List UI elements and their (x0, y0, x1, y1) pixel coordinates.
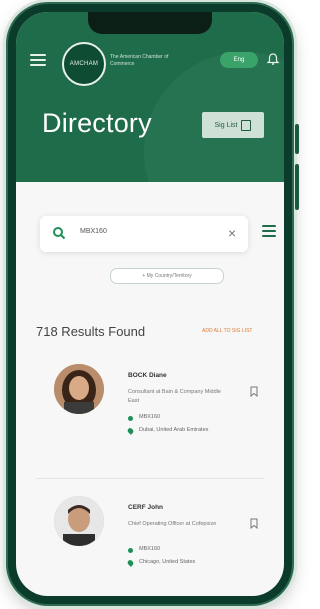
location-value: Dubai, United Arab Emirates (139, 427, 209, 433)
bookmark-icon[interactable] (250, 518, 258, 529)
sig-list-button[interactable]: Sig List (202, 112, 264, 138)
side-button (295, 124, 299, 154)
directory-header: AMCHAM The American Chamber of Commerce … (16, 12, 284, 182)
menu-icon[interactable] (30, 54, 46, 66)
page-title: Directory (42, 108, 152, 138)
person-role: Consultant at Bain & Company Middle East (128, 389, 221, 404)
phone-row: MBX160 (128, 414, 160, 421)
list-icon (241, 119, 252, 131)
search-icon (53, 227, 66, 240)
person-role: Chief Operating Officer at Cofepsize (128, 521, 217, 527)
location-row: Dubai, United Arab Emirates (126, 426, 218, 435)
person-card[interactable]: BOCK Diane Consultant at Bain & Company … (54, 364, 264, 464)
person-card[interactable]: CERF John Chief Operating Officer at Cof… (54, 496, 264, 596)
side-button (295, 164, 299, 210)
location-pin-icon (126, 559, 135, 567)
add-all-link[interactable]: ADD ALL TO SIG LIST (202, 328, 252, 334)
phone-icon (128, 416, 133, 421)
phone-value: MBX160 (139, 546, 161, 552)
logo: AMCHAM (62, 42, 106, 86)
person-name[interactable]: BOCK Diane (128, 372, 167, 379)
sig-list-label: Sig List (214, 121, 238, 129)
country-filter-chip[interactable]: + My Country/Territory (110, 268, 224, 284)
location-pin-icon (126, 427, 135, 435)
notch (88, 12, 212, 34)
bell-icon[interactable] (266, 52, 280, 66)
phone-frame: AMCHAM The American Chamber of Commerce … (8, 4, 299, 604)
avatar (54, 496, 104, 546)
filter-icon[interactable] (262, 225, 276, 240)
divider (36, 478, 264, 479)
location-value: Chicago, United States (139, 559, 196, 565)
tagline: The American Chamber of Commerce (110, 54, 169, 67)
phone-value: MBX160 (139, 414, 161, 420)
language-toggle[interactable]: Eng (220, 52, 258, 68)
phone-row: MBX160 (128, 546, 160, 553)
location-row: Chicago, United States (126, 558, 218, 567)
search-bar[interactable]: MBX160 × (40, 216, 248, 252)
search-input[interactable]: MBX160 (80, 228, 107, 235)
phone-icon (128, 548, 133, 553)
bookmark-icon[interactable] (250, 386, 258, 397)
clear-icon[interactable]: × (228, 225, 236, 241)
person-name[interactable]: CERF John (128, 504, 163, 511)
results-count: 718 Results Found (36, 324, 146, 339)
phone-screen: AMCHAM The American Chamber of Commerce … (16, 12, 284, 596)
logo-text: AMCHAM (69, 61, 99, 67)
top-bar: AMCHAM The American Chamber of Commerce … (16, 38, 284, 90)
avatar (54, 364, 104, 414)
